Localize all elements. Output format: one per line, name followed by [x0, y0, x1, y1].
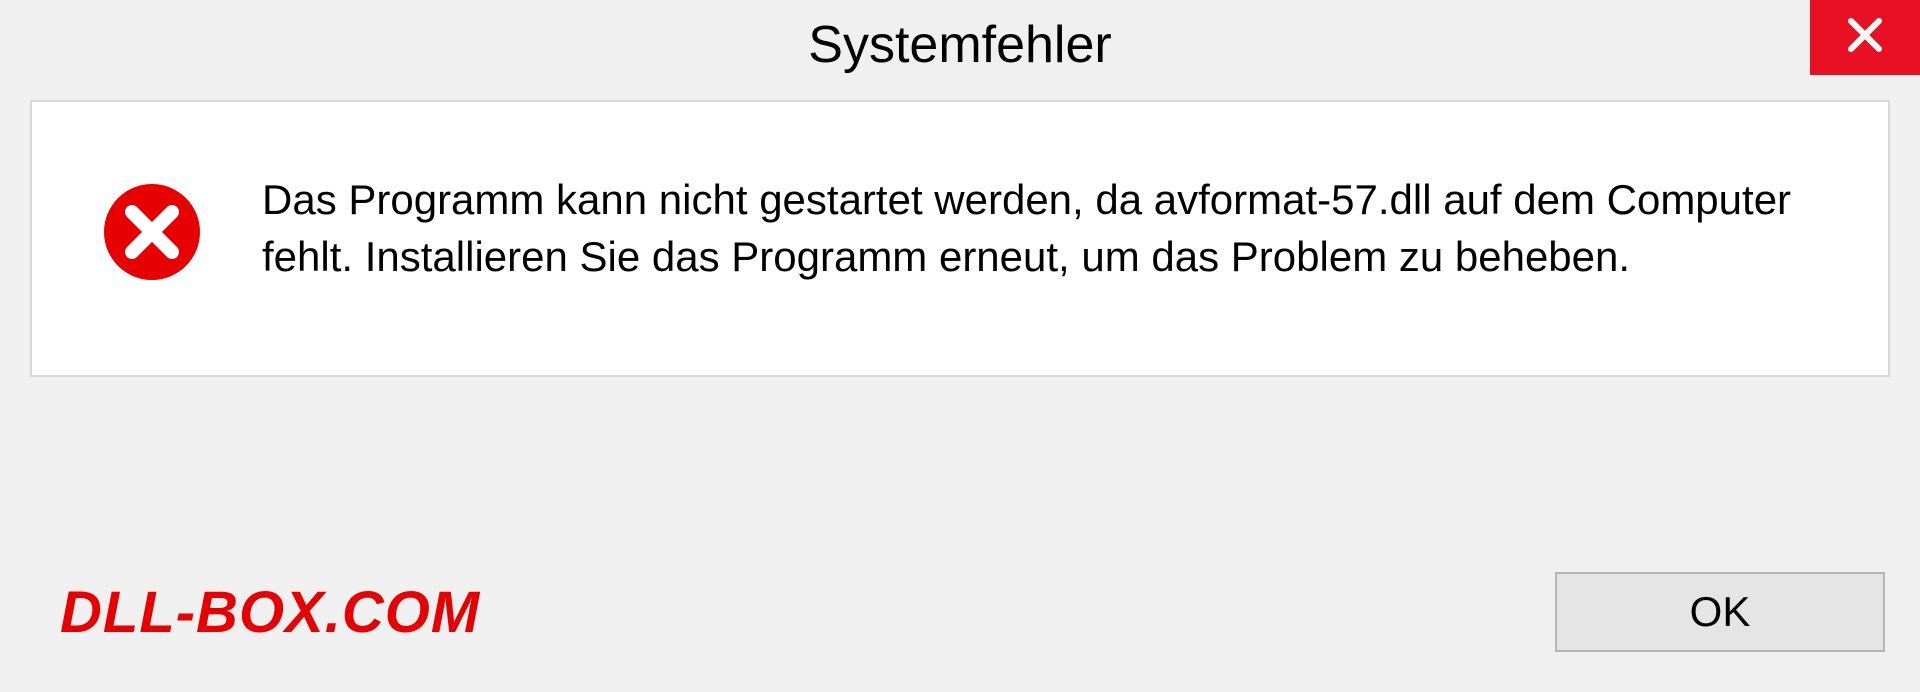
watermark-text: DLL-BOX.COM — [60, 579, 480, 646]
ok-button[interactable]: OK — [1555, 572, 1885, 652]
error-icon — [102, 182, 202, 282]
error-message: Das Programm kann nicht gestartet werden… — [262, 172, 1828, 285]
close-icon — [1845, 15, 1885, 60]
titlebar: Systemfehler — [0, 0, 1920, 90]
message-panel: Das Programm kann nicht gestartet werden… — [30, 100, 1890, 377]
dialog-title: Systemfehler — [808, 15, 1111, 75]
footer: DLL-BOX.COM OK — [0, 552, 1920, 672]
close-button[interactable] — [1810, 0, 1920, 75]
